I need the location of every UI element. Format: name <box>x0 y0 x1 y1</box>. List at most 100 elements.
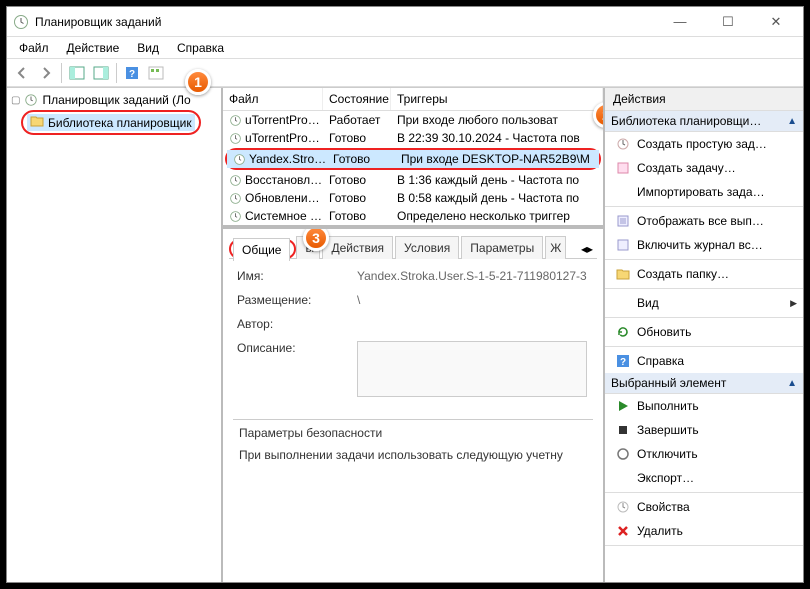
tab-general-highlight: Общие <box>229 239 296 259</box>
folder-new-icon <box>615 266 631 282</box>
action-import-task[interactable]: Импортировать зада… <box>605 180 803 204</box>
tree-library-label: Библиотека планировщик <box>48 116 192 130</box>
tab-conditions[interactable]: Условия <box>395 236 459 259</box>
help-button[interactable]: ? <box>121 62 143 84</box>
help-icon: ? <box>615 353 631 369</box>
actions-pane: Действия Библиотека планировщи… ▲ Создат… <box>605 88 803 582</box>
svg-text:?: ? <box>129 69 135 80</box>
collapse-icon[interactable]: ▲ <box>787 378 797 389</box>
col-triggers[interactable]: Триггеры <box>391 88 603 110</box>
delete-icon <box>615 523 631 539</box>
expand-icon[interactable]: ▢ <box>11 95 20 106</box>
tab-scroll-arrows[interactable]: ◂▸ <box>577 240 597 258</box>
description-box[interactable] <box>357 341 587 397</box>
titlebar: Планировщик заданий — ☐ ✕ <box>7 7 803 37</box>
action-view[interactable]: Вид ▶ <box>605 291 803 315</box>
label-author: Автор: <box>237 317 357 331</box>
close-button[interactable]: ✕ <box>761 14 791 30</box>
tree-library-item[interactable]: Библиотека планировщик <box>27 114 195 131</box>
stop-icon <box>615 422 631 438</box>
folder-icon <box>30 115 44 130</box>
label-location: Размещение: <box>237 293 357 307</box>
tree-root-label: Планировщик заданий (Ло <box>42 93 190 107</box>
action-run[interactable]: Выполнить <box>605 394 803 418</box>
action-create-task[interactable]: Создать задачу… <box>605 156 803 180</box>
actions-header: Действия <box>605 88 803 111</box>
callout-1: 1 <box>185 69 211 95</box>
view-icon <box>615 295 631 311</box>
tabs-row: Общие ы Действия Условия Параметры Ж ◂▸ <box>229 235 597 259</box>
menu-action[interactable]: Действие <box>59 39 128 57</box>
table-row[interactable]: Восстановл… Готово В 1:36 каждый день - … <box>223 171 603 189</box>
task-icon <box>233 153 246 166</box>
svg-text:?: ? <box>620 357 626 368</box>
label-description: Описание: <box>237 341 357 397</box>
tab-general[interactable]: Общие <box>233 238 290 261</box>
action-properties[interactable]: Свойства <box>605 495 803 519</box>
task-list: Файл Состояние Триггеры uTorrentPro… Раб… <box>223 88 603 229</box>
detail-body: Имя: Yandex.Stroka.User.S-1-5-21-7119801… <box>229 259 597 413</box>
action-export[interactable]: Экспорт… <box>605 466 803 490</box>
task-icon <box>229 132 242 145</box>
task-scheduler-window: Планировщик заданий — ☐ ✕ Файл Действие … <box>6 6 804 583</box>
toolbar: ? 1 <box>7 59 803 87</box>
task-list-header: Файл Состояние Триггеры <box>223 88 603 111</box>
action-create-basic-task[interactable]: Создать простую зад… <box>605 132 803 156</box>
col-state[interactable]: Состояние <box>323 88 391 110</box>
task-list-body: uTorrentPro… Работает При входе любого п… <box>223 111 603 225</box>
table-row[interactable]: uTorrentPro… Готово В 22:39 30.10.2024 -… <box>223 129 603 147</box>
task-icon <box>229 210 242 223</box>
security-text: При выполнении задачи использовать следу… <box>239 448 587 462</box>
list-icon <box>615 213 631 229</box>
center-pane: Файл Состояние Триггеры uTorrentPro… Раб… <box>223 88 605 582</box>
actions-body: Библиотека планировщи… ▲ Создать простую… <box>605 111 803 582</box>
action-enable-history[interactable]: Включить журнал вс… <box>605 233 803 257</box>
tab-actions[interactable]: Действия <box>322 236 393 259</box>
collapse-icon[interactable]: ▲ <box>787 116 797 127</box>
task-icon <box>229 114 242 127</box>
tab-params[interactable]: Параметры <box>461 236 543 259</box>
forward-button[interactable] <box>35 62 57 84</box>
table-row[interactable]: Обновлени… Готово В 0:58 каждый день - Ч… <box>223 189 603 207</box>
app-icon <box>13 14 29 30</box>
export-icon <box>615 470 631 486</box>
action-new-folder[interactable]: Создать папку… <box>605 262 803 286</box>
value-author <box>357 317 589 331</box>
toggle-tree-button[interactable] <box>66 62 88 84</box>
table-row[interactable]: uTorrentPro… Работает При входе любого п… <box>223 111 603 129</box>
main-area: ▢ Планировщик заданий (Ло Библиотека пла… <box>7 87 803 582</box>
back-button[interactable] <box>11 62 33 84</box>
col-file[interactable]: Файл <box>223 88 323 110</box>
value-location: \ <box>357 293 589 307</box>
tree-pane: ▢ Планировщик заданий (Ло Библиотека пла… <box>7 88 223 582</box>
table-row[interactable]: Системное … Готово Определено несколько … <box>223 207 603 225</box>
task-icon <box>229 174 242 187</box>
actions-section-selected[interactable]: Выбранный элемент ▲ <box>605 373 803 394</box>
tab-journal-partial[interactable]: Ж <box>545 236 566 259</box>
table-row[interactable]: Yandex.Stro… Готово При входе DESKTOP-NA… <box>227 150 599 168</box>
action-disable[interactable]: Отключить <box>605 442 803 466</box>
scheduler-icon <box>24 93 38 107</box>
wizard-icon <box>615 136 631 152</box>
minimize-button[interactable]: — <box>665 14 695 30</box>
actions-section-library[interactable]: Библиотека планировщи… ▲ <box>605 111 803 132</box>
toggle-actions-button[interactable] <box>90 62 112 84</box>
tree-root-item[interactable]: ▢ Планировщик заданий (Ло <box>9 92 219 108</box>
maximize-button[interactable]: ☐ <box>713 14 743 30</box>
menu-file[interactable]: Файл <box>11 39 57 57</box>
refresh-toolbar-button[interactable] <box>145 62 167 84</box>
security-title: Параметры безопасности <box>239 426 587 440</box>
detail-pane: Общие ы Действия Условия Параметры Ж ◂▸ … <box>223 229 603 582</box>
menu-view[interactable]: Вид <box>129 39 167 57</box>
value-name: Yandex.Stroka.User.S-1-5-21-711980127-3 <box>357 269 589 283</box>
window-title: Планировщик заданий <box>35 15 665 29</box>
tree-child-highlight: Библиотека планировщик <box>21 110 201 135</box>
menubar: Файл Действие Вид Справка <box>7 37 803 59</box>
action-end[interactable]: Завершить <box>605 418 803 442</box>
menu-help[interactable]: Справка <box>169 39 232 57</box>
refresh-icon <box>615 324 631 340</box>
action-delete[interactable]: Удалить <box>605 519 803 543</box>
action-show-all[interactable]: Отображать все вып… <box>605 209 803 233</box>
action-help[interactable]: ? Справка <box>605 349 803 373</box>
action-refresh[interactable]: Обновить <box>605 320 803 344</box>
